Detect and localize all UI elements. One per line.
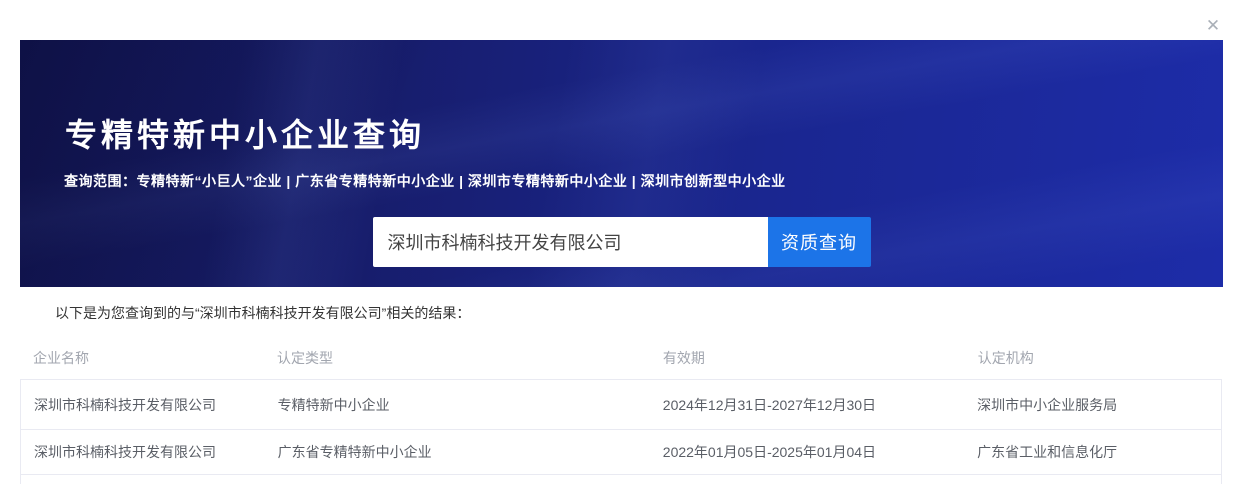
page-title: 专精特新中小企业查询 <box>65 110 425 156</box>
company-search-input[interactable] <box>373 217 768 267</box>
results-section: 以下是为您查询到的与“深圳市科楠科技开发有限公司”相关的结果： 企业名称 认定类… <box>0 287 1239 484</box>
cell-company-name: 深圳市科楠科技开发有限公司 <box>21 395 265 415</box>
cell-recognition-authority: 广东省工业和信息化厅 <box>964 442 1221 462</box>
table-body: 深圳市科楠科技开发有限公司 专精特新中小企业 2024年12月31日-2027年… <box>20 380 1222 484</box>
table-header-row: 企业名称 认定类型 有效期 认定机构 <box>20 337 1222 380</box>
header-recognition-authority: 认定机构 <box>965 348 1222 368</box>
search-bar: 资质查询 <box>20 217 1223 267</box>
query-dialog: ✕ 专精特新中小企业查询 查询范围：专精特新“小巨人”企业 | 广东省专精特新中… <box>0 0 1239 484</box>
results-intro-text: 以下是为您查询到的与“深圳市科楠科技开发有限公司”相关的结果： <box>55 303 1239 323</box>
banner: 专精特新中小企业查询 查询范围：专精特新“小巨人”企业 | 广东省专精特新中小企… <box>20 40 1223 287</box>
cell-recognition-type: 专精特新中小企业 <box>265 395 650 415</box>
cell-recognition-type: 广东省专精特新中小企业 <box>265 442 650 462</box>
close-icon[interactable]: ✕ <box>1203 16 1223 36</box>
header-recognition-type: 认定类型 <box>264 348 650 368</box>
cell-validity-period: 2022年01月05日-2025年01月04日 <box>650 442 964 462</box>
cell-company-name: 深圳市科楠科技开发有限公司 <box>21 442 265 462</box>
query-scope-text: 查询范围：专精特新“小巨人”企业 | 广东省专精特新中小企业 | 深圳市专精特新… <box>64 171 786 191</box>
table-row-partial <box>21 475 1221 484</box>
cell-validity-period: 2024年12月31日-2027年12月30日 <box>650 395 964 415</box>
qualification-query-button[interactable]: 资质查询 <box>768 217 871 267</box>
header-validity-period: 有效期 <box>650 348 965 368</box>
header-company-name: 企业名称 <box>20 348 264 368</box>
results-table: 企业名称 认定类型 有效期 认定机构 深圳市科楠科技开发有限公司 专精特新中小企… <box>20 337 1222 484</box>
table-row: 深圳市科楠科技开发有限公司 广东省专精特新中小企业 2022年01月05日-20… <box>21 430 1221 475</box>
table-row: 深圳市科楠科技开发有限公司 专精特新中小企业 2024年12月31日-2027年… <box>21 380 1221 430</box>
cell-recognition-authority: 深圳市中小企业服务局 <box>964 395 1221 415</box>
